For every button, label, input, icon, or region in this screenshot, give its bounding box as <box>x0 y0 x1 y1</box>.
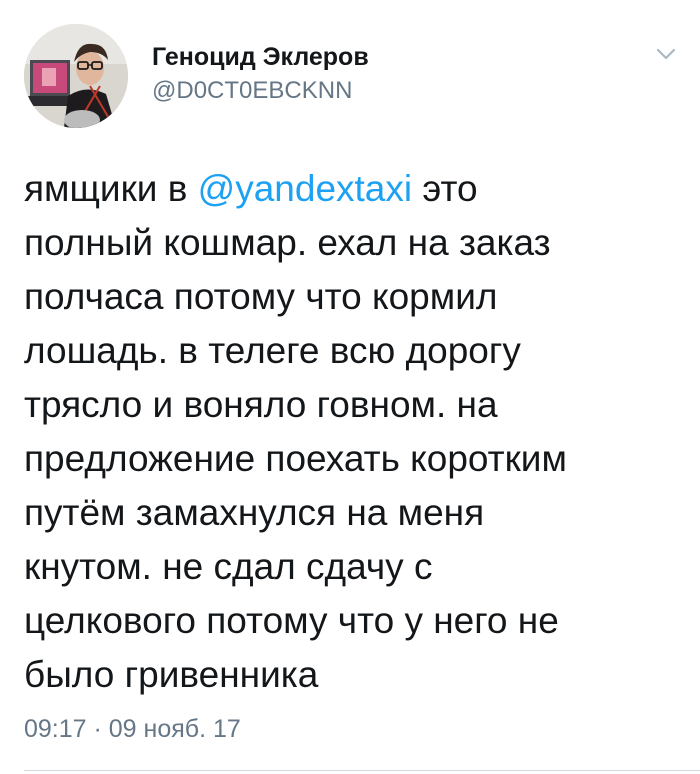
chevron-down-icon <box>656 48 676 60</box>
timestamp-separator: · <box>86 715 109 743</box>
avatar[interactable] <box>24 24 128 128</box>
author-display-name[interactable]: Геноцид Эклеров <box>152 40 369 74</box>
tweet-date: 09 нояб. 17 <box>108 715 241 743</box>
tweet-text-start: ямщики в <box>24 168 198 209</box>
divider <box>24 770 700 771</box>
mention-link[interactable]: @yandextaxi <box>198 168 412 209</box>
author-block[interactable]: Геноцид Эклеров @D0CT0EBCKNN <box>152 40 369 108</box>
tweet-time: 09:17 <box>24 715 87 743</box>
tweet-text: ямщики в @yandextaxi это полный кошмар. … <box>24 162 684 702</box>
tweet-timestamp[interactable]: 09:17 · 09 нояб. 17 <box>24 712 241 746</box>
avatar-photo <box>24 24 128 128</box>
tweet-menu-button[interactable] <box>648 40 684 68</box>
author-handle[interactable]: @D0CT0EBCKNN <box>152 74 369 108</box>
tweet-card: Геноцид Эклеров @D0CT0EBCKNN ямщики в @y… <box>0 0 700 774</box>
tweet-text-rest: это полный кошмар. ехал на заказ полчаса… <box>24 168 567 695</box>
